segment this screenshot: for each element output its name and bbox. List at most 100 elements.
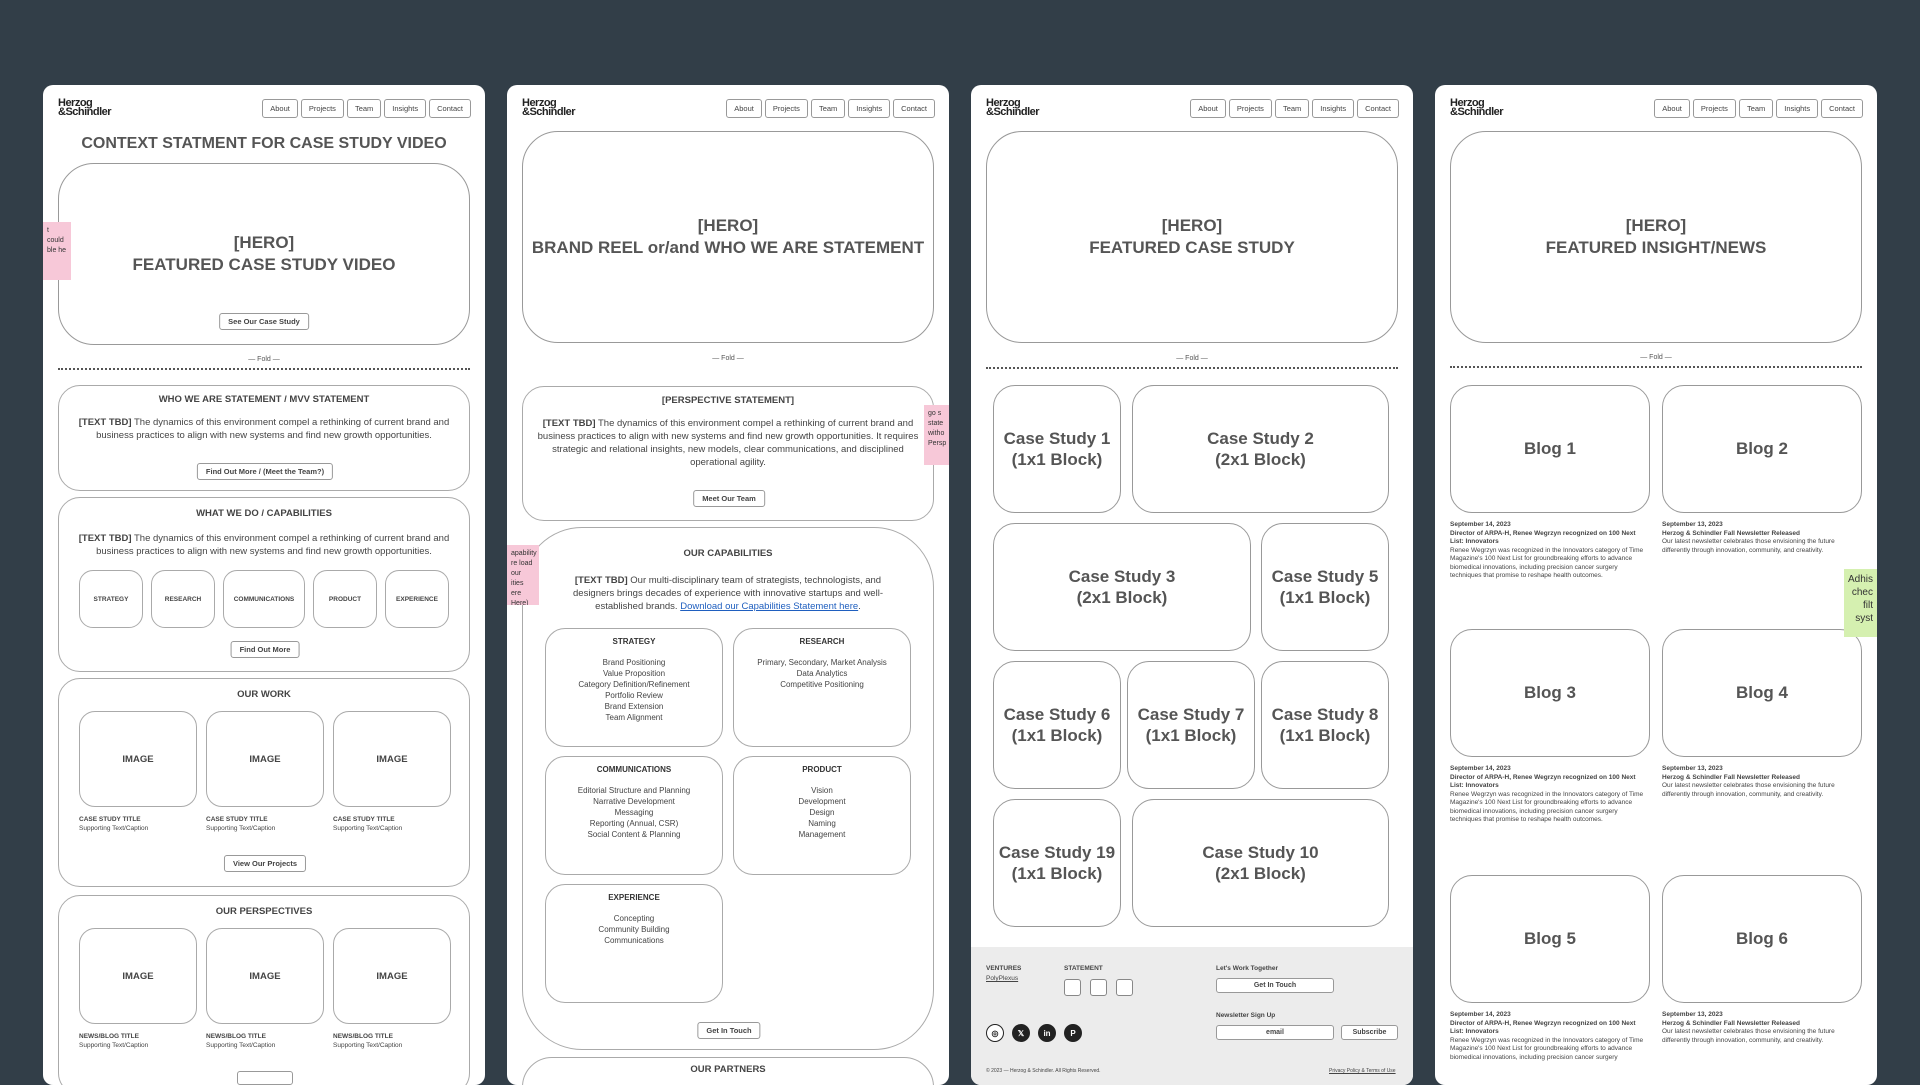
- sticky-note-left: apability re load our ities ere Here): [507, 545, 539, 605]
- case-study-tile[interactable]: Case Study 5 (1x1 Block): [1261, 523, 1389, 651]
- capability-research[interactable]: RESEARCH: [151, 570, 215, 628]
- work-image-2[interactable]: IMAGE: [206, 711, 324, 807]
- brand-logo[interactable]: Herzog &Schindler: [986, 98, 1040, 118]
- email-field[interactable]: email: [1216, 1025, 1334, 1040]
- hero-subtitle: BRAND REEL or/and WHO WE ARE STATEMENT: [531, 238, 925, 257]
- fold-line: [986, 367, 1398, 369]
- case-study-tile[interactable]: Case Study 1 (1x1 Block): [993, 385, 1121, 513]
- nav-projects[interactable]: Projects: [1692, 99, 1736, 118]
- blog-card-2[interactable]: Blog 2: [1662, 385, 1862, 513]
- brand-logo[interactable]: Herzog &Schindler: [1450, 98, 1504, 118]
- capability-item: Team Alignment: [605, 713, 663, 722]
- case-study-tile[interactable]: Case Study 19 (1x1 Block): [993, 799, 1121, 927]
- nav-projects[interactable]: Projects: [300, 99, 344, 118]
- capability-item: Naming: [808, 819, 836, 828]
- statement-badge-3[interactable]: [1116, 979, 1133, 996]
- find-out-more-team-button[interactable]: Find Out More / (Meet the Team?): [196, 463, 334, 480]
- work-image-1[interactable]: IMAGE: [79, 711, 197, 807]
- capability-box-product[interactable]: PRODUCT Vision Development Design Naming…: [733, 756, 911, 875]
- capability-box-research[interactable]: RESEARCH Primary, Secondary, Market Anal…: [733, 628, 911, 747]
- nav-team[interactable]: Team: [1274, 99, 1310, 118]
- meet-team-button[interactable]: Meet Our Team: [693, 490, 765, 507]
- capability-box-strategy[interactable]: STRATEGY Brand Positioning Value Proposi…: [545, 628, 723, 747]
- wireframe-home-case-study-video: Herzog &Schindler About Projects Team Ins…: [43, 85, 485, 1085]
- nav-about[interactable]: About: [726, 99, 762, 118]
- capability-box-communications[interactable]: COMMUNICATIONS Editorial Structure and P…: [545, 756, 723, 875]
- blog-card-3[interactable]: Blog 3: [1450, 629, 1650, 757]
- nav-contact[interactable]: Contact: [1821, 99, 1863, 118]
- subscribe-button[interactable]: Subscribe: [1341, 1025, 1398, 1040]
- capability-item: Data Analytics: [796, 669, 848, 678]
- get-in-touch-button[interactable]: Get In Touch: [697, 1022, 761, 1039]
- capabilities-text: [TEXT TBD] Our multi-disciplinary team o…: [573, 575, 883, 612]
- case-study-tile[interactable]: Case Study 6 (1x1 Block): [993, 661, 1121, 789]
- case-study-tile[interactable]: Case Study 10 (2x1 Block): [1132, 799, 1389, 927]
- work-together-label: Let's Work Together: [1216, 965, 1278, 972]
- sticky-note: t could ble he: [43, 222, 71, 280]
- nav-contact[interactable]: Contact: [893, 99, 935, 118]
- case-study-tile[interactable]: Case Study 3 (2x1 Block): [993, 523, 1251, 651]
- privacy-link[interactable]: Privacy Policy & Terms of Use: [1329, 1068, 1396, 1074]
- capability-product[interactable]: PRODUCT: [313, 570, 377, 628]
- nav-about[interactable]: About: [1654, 99, 1690, 118]
- x-icon[interactable]: 𝕏: [1012, 1024, 1030, 1042]
- instagram-icon[interactable]: ◎: [986, 1024, 1004, 1042]
- case-study-tile[interactable]: Case Study 2 (2x1 Block): [1132, 385, 1389, 513]
- nav-insights[interactable]: Insights: [1312, 99, 1355, 118]
- nav-insights[interactable]: Insights: [848, 99, 891, 118]
- polyplexus-link[interactable]: PolyPlexus: [986, 975, 1018, 982]
- nav-contact[interactable]: Contact: [429, 99, 471, 118]
- capability-experience[interactable]: EXPERIENCE: [385, 570, 449, 628]
- see-case-study-button[interactable]: See Our Case Study: [219, 313, 309, 330]
- blog-caption-4: September 13, 2023 Herzog & Schindler Fal…: [1662, 765, 1835, 798]
- nav-about[interactable]: About: [1190, 99, 1226, 118]
- view-projects-button[interactable]: View Our Projects: [223, 855, 307, 872]
- blog-card-1[interactable]: Blog 1: [1450, 385, 1650, 513]
- perspective-image-1[interactable]: IMAGE: [79, 928, 197, 1024]
- nav-team[interactable]: Team: [810, 99, 846, 118]
- nav-team[interactable]: Team: [346, 99, 382, 118]
- more-perspectives-button[interactable]: [237, 1071, 293, 1085]
- capability-strategy[interactable]: STRATEGY: [79, 570, 143, 628]
- work-caption-1: CASE STUDY TITLE Supporting Text/Caption: [79, 816, 149, 832]
- nav-contact[interactable]: Contact: [1357, 99, 1399, 118]
- hero-featured-insight[interactable]: [HERO] FEATURED INSIGHT/NEWS: [1450, 131, 1862, 343]
- work-image-3[interactable]: IMAGE: [333, 711, 451, 807]
- capabilities-title: OUR CAPABILITIES: [683, 548, 773, 559]
- nav-insights[interactable]: Insights: [1776, 99, 1819, 118]
- nav-insights[interactable]: Insights: [384, 99, 427, 118]
- nav-projects[interactable]: Projects: [764, 99, 808, 118]
- nav-projects[interactable]: Projects: [1228, 99, 1272, 118]
- statement-badge-2[interactable]: [1090, 979, 1107, 996]
- what-title: WHAT WE DO / CAPABILITIES: [196, 508, 332, 519]
- our-perspectives-section: OUR PERSPECTIVES IMAGE IMAGE IMAGE NEWS/…: [58, 895, 470, 1085]
- fold-label: — Fold —: [1640, 354, 1672, 361]
- blog-card-5[interactable]: Blog 5: [1450, 875, 1650, 1003]
- case-study-tile[interactable]: Case Study 8 (1x1 Block): [1261, 661, 1389, 789]
- case-study-tile[interactable]: Case Study 7 (1x1 Block): [1127, 661, 1255, 789]
- perspective-image-2[interactable]: IMAGE: [206, 928, 324, 1024]
- blog-card-4[interactable]: Blog 4: [1662, 629, 1862, 757]
- blog-card-6[interactable]: Blog 6: [1662, 875, 1862, 1003]
- get-in-touch-button[interactable]: Get In Touch: [1216, 978, 1334, 993]
- perspective-image-3[interactable]: IMAGE: [333, 928, 451, 1024]
- hero-featured-case-study[interactable]: [HERO] FEATURED CASE STUDY: [986, 131, 1398, 343]
- sticky-note-green: Adhis chec filt syst: [1844, 569, 1877, 637]
- context-title: CONTEXT STATMENT FOR CASE STUDY VIDEO: [81, 135, 447, 152]
- statement-badge-1[interactable]: [1064, 979, 1081, 996]
- nav-team[interactable]: Team: [1738, 99, 1774, 118]
- wireframe-home-brand-reel: Herzog &Schindler About Projects Team Ins…: [507, 85, 949, 1085]
- capabilities-download-link[interactable]: Download our Capabilities Statement here: [680, 601, 858, 612]
- capability-communications[interactable]: COMMUNICATIONS: [223, 570, 305, 628]
- brand-logo[interactable]: Herzog &Schindler: [522, 98, 576, 118]
- linkedin-icon[interactable]: in: [1038, 1024, 1056, 1042]
- hero-brand-reel[interactable]: [HERO] BRAND REEL or/and WHO WE ARE STAT…: [522, 131, 934, 343]
- capability-box-experience[interactable]: EXPERIENCE Concepting Community Building…: [545, 884, 723, 1003]
- brand-logo[interactable]: Herzog &Schindler: [58, 98, 112, 118]
- nav-about[interactable]: About: [262, 99, 298, 118]
- perspective-section: [PERSPECTIVE STATEMENT] [TEXT TBD] The d…: [522, 386, 934, 521]
- capabilities-section: WHAT WE DO / CAPABILITIES [TEXT TBD] The…: [58, 497, 470, 672]
- find-out-more-button[interactable]: Find Out More: [230, 641, 300, 658]
- capability-box-title: RESEARCH: [799, 637, 845, 646]
- pinterest-icon[interactable]: P: [1064, 1024, 1082, 1042]
